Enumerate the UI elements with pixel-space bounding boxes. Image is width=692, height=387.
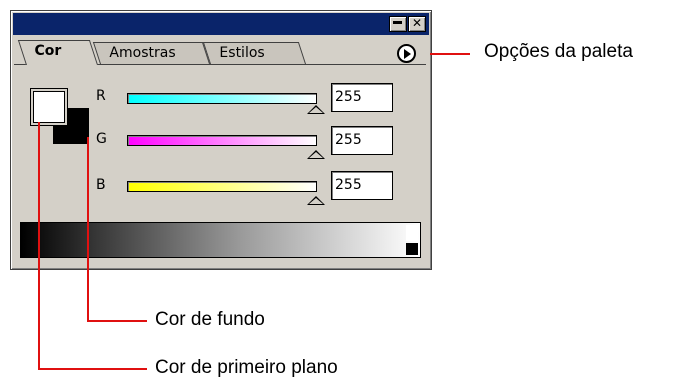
blue-slider-thumb[interactable]	[307, 196, 325, 205]
foreground-color-swatch[interactable]	[30, 88, 68, 126]
tab-label: Cor	[34, 43, 62, 59]
close-icon[interactable]: ✕	[408, 16, 426, 32]
blue-slider[interactable]	[127, 181, 317, 192]
channel-label-g: G	[96, 131, 107, 147]
green-slider[interactable]	[127, 135, 317, 146]
green-value-field[interactable]: 255	[331, 126, 393, 155]
tab-label: Estilos	[219, 45, 265, 61]
minimize-icon[interactable]	[389, 16, 407, 32]
channel-label-b: B	[96, 177, 106, 193]
tab-amostras[interactable]: Amostras	[92, 42, 210, 64]
color-ramp[interactable]	[20, 222, 421, 258]
palette-menu-icon[interactable]	[397, 44, 416, 63]
foreground-leader-vertical	[38, 122, 40, 369]
red-slider-thumb[interactable]	[307, 105, 325, 114]
callout-background: Cor de fundo	[155, 309, 265, 330]
ramp-black-swatch[interactable]	[406, 243, 418, 255]
tab-estilos[interactable]: Estilos	[202, 42, 306, 64]
options-leader-line	[430, 53, 470, 55]
ramp-white-swatch[interactable]	[406, 225, 418, 241]
callout-options: Opções da paleta	[484, 41, 633, 62]
tab-label: Amostras	[109, 45, 176, 61]
callout-foreground: Cor de primeiro plano	[155, 357, 338, 378]
red-slider[interactable]	[127, 93, 317, 104]
palette-titlebar[interactable]: ✕	[13, 13, 429, 35]
red-value-field[interactable]: 255	[331, 83, 393, 112]
background-leader-horizontal	[87, 320, 147, 322]
background-leader-vertical	[87, 137, 89, 321]
blue-value-field[interactable]: 255	[331, 171, 393, 200]
tab-cor[interactable]: Cor	[17, 40, 98, 65]
foreground-leader-horizontal	[38, 368, 147, 370]
channel-label-r: R	[96, 88, 106, 104]
green-slider-thumb[interactable]	[307, 150, 325, 159]
